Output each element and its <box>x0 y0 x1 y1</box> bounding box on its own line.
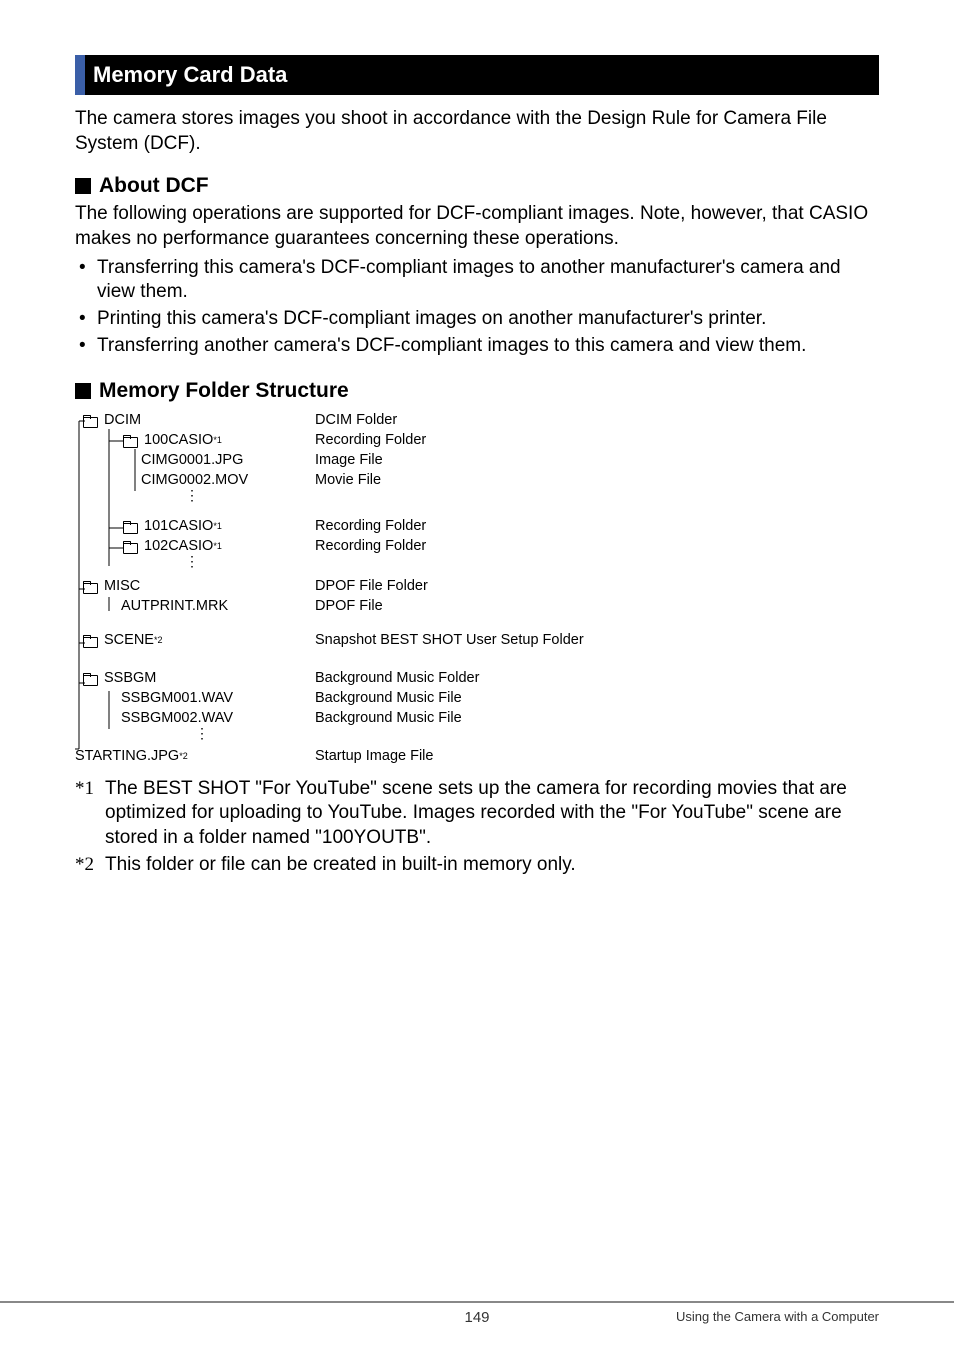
tree-sup: *1 <box>213 522 222 531</box>
tree-name: SCENE <box>104 633 154 648</box>
tree-desc: Background Music Folder <box>315 671 479 686</box>
tree-sup: *1 <box>213 436 222 445</box>
tree-name: 102CASIO <box>144 539 213 554</box>
bullet-icon: • <box>75 334 97 359</box>
bullet-text: Transferring another camera's DCF-compli… <box>97 334 806 359</box>
mfs-heading-text: Memory Folder Structure <box>99 379 349 403</box>
tree-name: STARTING.JPG <box>75 749 179 764</box>
footnote-mark: *2 <box>75 853 105 878</box>
list-item: •Printing this camera's DCF-compliant im… <box>75 307 879 332</box>
section-header: Memory Card Data <box>75 55 879 95</box>
tree-row-ssbgm: SSBGM Background Music Folder <box>75 669 879 689</box>
tree-name: 101CASIO <box>144 519 213 534</box>
tree-row-cimg0002: CIMG0002.MOV Movie File <box>75 471 879 491</box>
footnote-2: *2 This folder or file can be created in… <box>75 853 879 878</box>
folder-icon <box>83 581 98 593</box>
footer-chapter-text: Using the Camera with a Computer <box>676 1309 879 1324</box>
bullet-text: Printing this camera's DCF-compliant ima… <box>97 307 766 332</box>
vertical-dots-icon: ⋮ <box>75 557 879 571</box>
footnotes: *1 The BEST SHOT "For YouTube" scene set… <box>75 777 879 878</box>
folder-icon <box>123 541 138 553</box>
square-bullet-icon <box>75 383 91 399</box>
intro-text: The camera stores images you shoot in ac… <box>75 107 879 156</box>
tree-row-starting: STARTING.JPG *2 Startup Image File <box>75 747 879 767</box>
tree-row-102casio: 102CASIO *1 Recording Folder <box>75 537 879 557</box>
footnote-text: The BEST SHOT "For YouTube" scene sets u… <box>105 777 879 851</box>
tree-sup: *2 <box>154 636 163 645</box>
bullet-text: Transferring this camera's DCF-compliant… <box>97 256 879 305</box>
tree-desc: Recording Folder <box>315 433 426 448</box>
tree-row-101casio: 101CASIO *1 Recording Folder <box>75 517 879 537</box>
vertical-dots-icon: ⋮ <box>75 491 879 505</box>
square-bullet-icon <box>75 178 91 194</box>
tree-sup: *1 <box>213 542 222 551</box>
list-item: •Transferring this camera's DCF-complian… <box>75 256 879 305</box>
tree-row-100casio: 100CASIO *1 Recording Folder <box>75 431 879 451</box>
tree-row-misc: MISC DPOF File Folder <box>75 577 879 597</box>
memory-folder-structure-heading: Memory Folder Structure <box>75 379 879 403</box>
tree-row-ssbgm002: SSBGM002.WAV Background Music File <box>75 709 879 729</box>
tree-name: SSBGM001.WAV <box>121 691 233 706</box>
page-footer: 149 Using the Camera with a Computer <box>0 1301 954 1329</box>
tree-name: SSBGM <box>104 671 156 686</box>
tree-desc: Movie File <box>315 473 381 488</box>
folder-tree: DCIM DCIM Folder 100CASIO *1 Recording F… <box>75 411 879 767</box>
list-item: •Transferring another camera's DCF-compl… <box>75 334 879 359</box>
tree-sup: *2 <box>179 752 188 761</box>
about-dcf-heading-text: About DCF <box>99 174 209 198</box>
tree-name: CIMG0001.JPG <box>141 453 243 468</box>
about-dcf-text: The following operations are supported f… <box>75 202 879 251</box>
folder-icon <box>123 435 138 447</box>
tree-desc: Startup Image File <box>315 749 433 764</box>
tree-name: AUTPRINT.MRK <box>121 599 228 614</box>
folder-icon <box>83 673 98 685</box>
tree-desc: DPOF File <box>315 599 383 614</box>
tree-desc: Recording Folder <box>315 519 426 534</box>
folder-icon <box>123 521 138 533</box>
footnote-mark: *1 <box>75 777 105 851</box>
tree-row-dcim: DCIM DCIM Folder <box>75 411 879 431</box>
tree-desc: DPOF File Folder <box>315 579 428 594</box>
bullet-icon: • <box>75 256 97 305</box>
about-dcf-heading: About DCF <box>75 174 879 198</box>
tree-row-scene: SCENE *2 Snapshot BEST SHOT User Setup F… <box>75 631 879 651</box>
tree-desc: Image File <box>315 453 383 468</box>
tree-desc: DCIM Folder <box>315 413 397 428</box>
folder-icon <box>83 415 98 427</box>
tree-name: MISC <box>104 579 140 594</box>
tree-row-ssbgm001: SSBGM001.WAV Background Music File <box>75 689 879 709</box>
tree-row-autprint: AUTPRINT.MRK DPOF File <box>75 597 879 617</box>
bullet-icon: • <box>75 307 97 332</box>
footnote-text: This folder or file can be created in bu… <box>105 853 576 878</box>
tree-desc: Background Music File <box>315 691 462 706</box>
tree-name: CIMG0002.MOV <box>141 473 248 488</box>
tree-name: 100CASIO <box>144 433 213 448</box>
page-number: 149 <box>464 1309 489 1326</box>
footnote-1: *1 The BEST SHOT "For YouTube" scene set… <box>75 777 879 851</box>
vertical-dots-icon: ⋮ <box>75 729 879 743</box>
tree-row-cimg0001: CIMG0001.JPG Image File <box>75 451 879 471</box>
tree-desc: Background Music File <box>315 711 462 726</box>
folder-icon <box>83 635 98 647</box>
tree-desc: Recording Folder <box>315 539 426 554</box>
bullet-list: •Transferring this camera's DCF-complian… <box>75 256 879 359</box>
tree-desc: Snapshot BEST SHOT User Setup Folder <box>315 633 584 648</box>
tree-name: SSBGM002.WAV <box>121 711 233 726</box>
tree-name: DCIM <box>104 413 141 428</box>
